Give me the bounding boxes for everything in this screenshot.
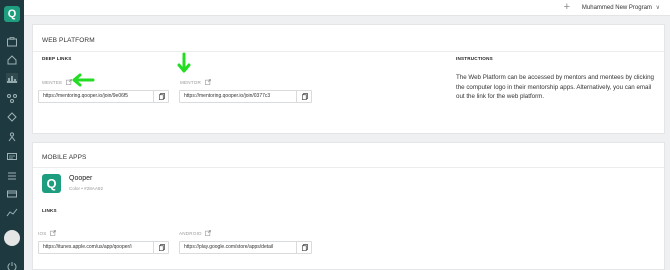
list-icon[interactable] xyxy=(6,171,18,181)
android-link-text: https://play.google.com/store/apps/detai… xyxy=(184,244,274,250)
copy-button[interactable] xyxy=(296,91,311,102)
mentee-link-text: https://mentoring.qooper.io/join/9e06f5 xyxy=(43,93,129,99)
ios-label-row: IOS xyxy=(38,230,56,236)
chevron-down-icon: ∨ xyxy=(655,5,660,11)
divider xyxy=(33,51,664,52)
down-arrow-icon xyxy=(177,52,191,73)
copy-icon xyxy=(159,244,165,251)
mentor-link-field[interactable]: https://mentoring.qooper.io/join/0377c3 xyxy=(179,90,312,103)
web-platform-title: WEB PLATFORM xyxy=(42,37,95,44)
program-label: Muhammed New Program xyxy=(581,5,652,11)
portfolio-icon[interactable] xyxy=(6,37,18,47)
avatar[interactable] xyxy=(4,230,20,246)
mentee-label-row: MENTEE xyxy=(42,79,72,85)
ios-link-text: https://itunes.apple.com/us/app/qooper/i xyxy=(43,244,132,250)
message-icon[interactable] xyxy=(6,152,18,162)
network-icon[interactable] xyxy=(6,93,18,103)
analytics-icon[interactable] xyxy=(6,207,18,217)
copy-button[interactable] xyxy=(296,242,311,253)
program-selector[interactable]: Muhammed New Program ∨ xyxy=(582,4,660,11)
external-link-icon[interactable] xyxy=(50,230,56,236)
add-icon[interactable]: + xyxy=(564,1,570,13)
app-name: Qooper xyxy=(69,175,93,182)
mentee-label: MENTEE xyxy=(42,80,63,85)
android-label-row: ANDROID xyxy=(179,230,212,236)
ios-label: IOS xyxy=(38,231,47,236)
left-arrow-icon xyxy=(72,73,95,87)
links-label: LINKS xyxy=(42,208,57,213)
power-icon[interactable] xyxy=(7,258,17,270)
sidebar: Q xyxy=(0,0,24,270)
external-link-icon[interactable] xyxy=(204,79,211,85)
person-icon[interactable] xyxy=(6,132,18,142)
mentor-label-row: MENTOR xyxy=(180,79,211,85)
copy-icon xyxy=(302,244,308,251)
app-logo[interactable]: Q xyxy=(4,6,20,22)
copy-button[interactable] xyxy=(153,91,168,102)
goals-icon[interactable] xyxy=(6,112,18,122)
app-color: Color • #28AA92 xyxy=(69,186,104,191)
top-bar: + Muhammed New Program ∨ xyxy=(24,0,670,16)
deep-links-label: DEEP LINKS xyxy=(42,56,72,61)
instructions-label: INSTRUCTIONS xyxy=(456,56,493,61)
android-label: ANDROID xyxy=(179,231,202,236)
instructions-text: The Web Platform can be accessed by ment… xyxy=(456,74,654,100)
web-platform-card: WEB PLATFORM DEEP LINKS INSTRUCTIONS MEN… xyxy=(32,24,665,134)
copy-button[interactable] xyxy=(153,242,168,253)
card-icon[interactable] xyxy=(6,189,18,199)
qooper-logo: Q xyxy=(42,174,61,193)
mobile-apps-card: MOBILE APPS Q Qooper Color • #28AA92 LIN… xyxy=(32,142,665,270)
chart-icon[interactable] xyxy=(6,73,18,83)
copy-icon xyxy=(159,93,165,100)
mentee-link-field[interactable]: https://mentoring.qooper.io/join/9e06f5 xyxy=(38,90,169,103)
mentor-label: MENTOR xyxy=(180,80,202,85)
mentor-link-text: https://mentoring.qooper.io/join/0377c3 xyxy=(184,93,271,99)
copy-icon xyxy=(302,93,308,100)
divider xyxy=(33,167,664,168)
mobile-apps-title: MOBILE APPS xyxy=(42,154,87,161)
external-link-icon[interactable] xyxy=(205,230,212,236)
ios-link-field[interactable]: https://itunes.apple.com/us/app/qooper/i xyxy=(38,241,169,254)
home-icon[interactable] xyxy=(6,55,18,65)
android-link-field[interactable]: https://play.google.com/store/apps/detai… xyxy=(179,241,312,254)
